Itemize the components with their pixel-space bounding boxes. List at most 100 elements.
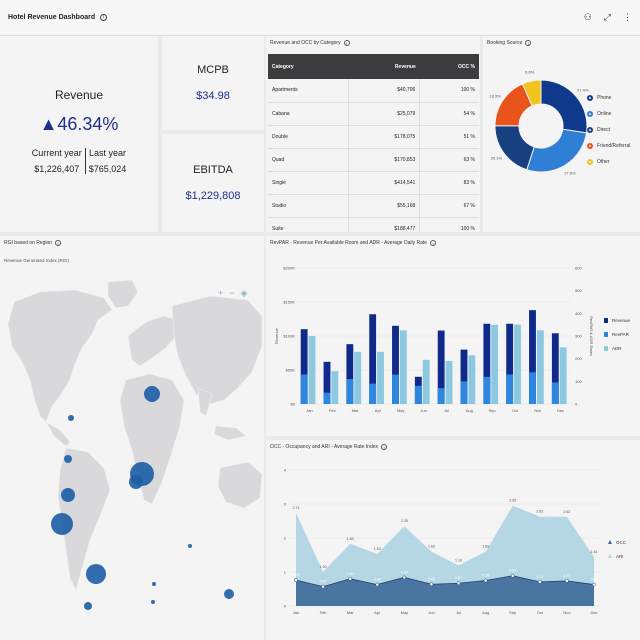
donut-slice[interactable] (526, 128, 588, 173)
occ-point[interactable] (537, 580, 542, 584)
legend-label[interactable]: Revenue (612, 318, 631, 323)
rgi-bubble[interactable] (151, 600, 155, 604)
info-icon[interactable]: i (100, 14, 108, 21)
legend-label[interactable]: OCC (616, 540, 627, 545)
bar-revpar[interactable] (392, 374, 399, 404)
occ-point[interactable] (402, 575, 407, 580)
info-icon[interactable]: i (381, 444, 388, 450)
occ-point[interactable] (294, 578, 298, 583)
mcpb-value: $34.98 (196, 90, 230, 102)
rgi-bubble[interactable] (68, 415, 74, 421)
bar-adr[interactable] (331, 371, 339, 404)
info-icon[interactable]: i (430, 240, 437, 246)
table-cell: 54 % (419, 102, 479, 126)
y-axis-label: Revenue (274, 327, 279, 344)
bar-revpar[interactable] (460, 381, 468, 404)
legend-item[interactable]: Other (587, 154, 630, 170)
bar-revpar[interactable] (323, 392, 331, 404)
bar-adr[interactable] (377, 351, 384, 404)
x-tick-label: Feb (320, 610, 328, 615)
column-header[interactable]: Revenue (348, 54, 420, 79)
occ-point[interactable] (483, 578, 488, 583)
occ-point[interactable] (321, 584, 325, 589)
table-row[interactable]: Studio $55,168 67 % (268, 194, 479, 218)
bar-adr[interactable] (559, 347, 567, 404)
bar-adr[interactable] (445, 360, 453, 404)
table-row[interactable]: Suite $188,477 100 % (268, 217, 479, 232)
info-icon[interactable]: i (55, 240, 62, 246)
bar-revpar[interactable] (529, 372, 536, 404)
focus-mode-icon[interactable]: ⚇ (584, 12, 592, 23)
occ-point[interactable] (565, 578, 569, 583)
rgi-bubble[interactable] (86, 564, 106, 584)
column-header[interactable]: OCC % (419, 54, 479, 79)
info-icon[interactable]: i (525, 40, 532, 46)
occ-data-label: 0.57 (320, 580, 327, 584)
ari-data-label: 1.60 (428, 545, 435, 549)
occ-data-label: 0.71 (536, 575, 543, 579)
table-row[interactable]: Cabana $25,079 54 % (268, 102, 479, 126)
bar-revpar[interactable] (437, 388, 445, 404)
rgi-bubble[interactable] (188, 544, 192, 548)
legend-marker-icon (608, 554, 612, 558)
occ-point[interactable] (375, 582, 380, 587)
rgi-bubble[interactable] (64, 455, 72, 463)
rgi-bubble[interactable] (129, 475, 143, 489)
more-options-icon[interactable]: ⋮ (623, 12, 632, 23)
occ-point[interactable] (429, 582, 434, 587)
table-row[interactable]: Apartments $40,706 100 % (268, 79, 479, 103)
legend-label[interactable]: RevPAR (612, 332, 630, 337)
x-tick-label: Sep (489, 408, 497, 413)
bar-adr[interactable] (399, 330, 407, 404)
rgi-bubble[interactable] (61, 488, 75, 502)
occ-point[interactable] (348, 576, 353, 581)
y2-tick-label: 100 (575, 379, 582, 384)
ari-data-label: 1.19 (455, 559, 462, 563)
legend-item[interactable]: Friend/Referral (587, 138, 630, 154)
revenue-change: ▲46.34% (39, 114, 119, 134)
rgi-bubble[interactable] (84, 602, 92, 610)
y-tick-label: 1 (284, 570, 287, 575)
donut-slice[interactable] (494, 125, 535, 171)
occ-point[interactable] (510, 573, 515, 578)
bar-adr[interactable] (422, 359, 430, 404)
occ-point[interactable] (592, 582, 596, 587)
world-map[interactable] (0, 276, 264, 636)
legend-label[interactable]: ADR (612, 346, 622, 351)
column-header[interactable]: Category (268, 54, 349, 79)
bar-adr[interactable] (308, 336, 316, 404)
table-row[interactable]: Double $178,075 51 % (268, 125, 479, 149)
table-row[interactable]: Quad $170,853 63 % (268, 148, 479, 172)
bar-revpar[interactable] (483, 376, 491, 404)
bar-revpar[interactable] (506, 374, 514, 404)
map-landmass (7, 279, 263, 591)
legend-label[interactable]: ARI (616, 554, 624, 559)
legend-item[interactable]: Phone (587, 90, 630, 106)
legend-item[interactable]: Online (587, 106, 630, 122)
bar-revpar[interactable] (369, 383, 377, 404)
x-tick-label: Sep (509, 610, 517, 615)
top-bar: Hotel Revenue Dashboard i ⚇ ⤢ ⋮ (0, 0, 640, 36)
table-row[interactable]: Single $414,541 83 % (268, 171, 479, 195)
bar-revpar[interactable] (300, 374, 308, 404)
bar-revpar[interactable] (551, 382, 559, 404)
bar-adr[interactable] (491, 324, 499, 404)
x-tick-label: Aug (466, 408, 473, 413)
bar-revpar[interactable] (414, 385, 422, 404)
bar-revpar[interactable] (346, 379, 354, 404)
table-cell: Quad (268, 148, 349, 172)
occ-point[interactable] (456, 581, 461, 586)
bar-adr[interactable] (536, 330, 544, 404)
rgi-bubble[interactable] (144, 386, 160, 402)
rgi-bubble[interactable] (224, 589, 234, 599)
bar-adr[interactable] (354, 351, 362, 404)
legend-marker-icon (587, 111, 593, 117)
rgi-bubble[interactable] (152, 582, 156, 586)
bar-adr[interactable] (468, 355, 476, 404)
rgi-bubble[interactable] (51, 513, 73, 535)
bar-adr[interactable] (514, 324, 521, 404)
legend-item[interactable]: Direct (587, 122, 630, 138)
expand-icon[interactable]: ⤢ (604, 12, 611, 23)
x-tick-label: Jan (306, 408, 312, 413)
info-icon[interactable]: i (343, 40, 350, 46)
